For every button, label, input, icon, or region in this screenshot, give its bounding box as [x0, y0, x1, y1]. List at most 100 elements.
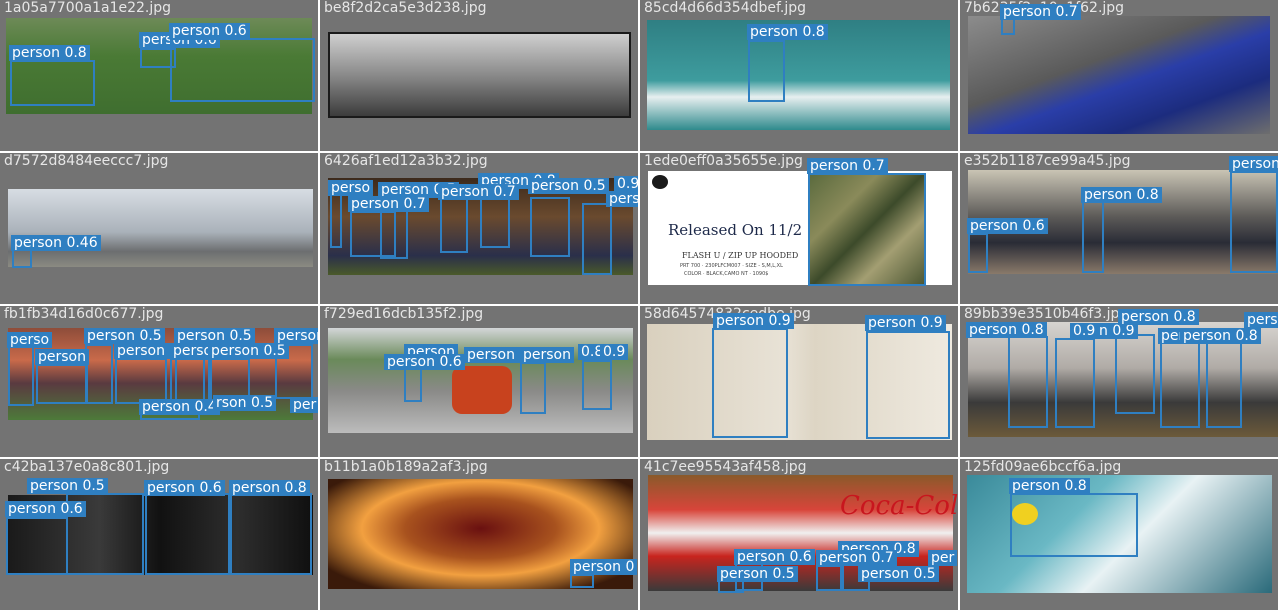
- detection-box: [530, 197, 570, 257]
- detection-label: pers: [1244, 312, 1278, 328]
- detection-label: person 0.5: [528, 178, 609, 194]
- filename: fb1fb34d16d0c677.jpg: [4, 306, 164, 322]
- detection-box: [330, 193, 342, 248]
- detection-box: [115, 358, 167, 404]
- product-line: FLASH U / ZIP UP HOODED: [682, 251, 799, 260]
- filename: 125fd09ae6bccf6a.jpg: [964, 459, 1122, 475]
- detection-label: per: [290, 397, 318, 413]
- brand-logo-icon: [652, 175, 668, 189]
- detection-label: person 0.5: [84, 328, 165, 344]
- detection-box: [520, 362, 546, 414]
- photo: [328, 32, 631, 118]
- detection-box: [808, 173, 926, 286]
- detection-box: [582, 203, 612, 275]
- filename: e352b1187ce99a45.jpg: [964, 153, 1131, 169]
- result-cell: 125fd09ae6bccf6a.jpg person 0.8: [960, 459, 1278, 610]
- result-cell: 58d64574832cedbe.jpg person 0.9 person 0…: [640, 306, 958, 457]
- detection-label: person 0.7: [816, 550, 897, 566]
- detection-label: 0.9: [614, 176, 638, 192]
- result-cell: fb1fb34d16d0c677.jpg perso person 0.5 pe…: [0, 306, 318, 457]
- result-cell: 6426af1ed12a3b32.jpg perso person 0.5 pe…: [320, 153, 638, 304]
- detection-box: [968, 233, 988, 273]
- detection-label: person: [520, 347, 574, 363]
- result-cell: b11b1a0b189a2af3.jpg person 0: [320, 459, 638, 610]
- filename: c42ba137e0a8c801.jpg: [4, 459, 170, 475]
- detection-label: person 0.8: [9, 45, 90, 61]
- detection-label: person 0.6: [734, 549, 815, 565]
- detection-label: person 0.7: [438, 184, 519, 200]
- detection-label: person 0.4: [139, 399, 220, 415]
- detection-box: [816, 565, 844, 591]
- photo: [8, 189, 313, 267]
- filename: 41c7ee95543af458.jpg: [644, 459, 807, 475]
- detection-label: perso: [7, 332, 53, 348]
- detection-box: [440, 198, 468, 253]
- detection-box: [1206, 340, 1242, 428]
- detection-box: [12, 248, 32, 268]
- detection-label: person 0.5: [717, 566, 798, 582]
- detection-box: [1010, 493, 1138, 557]
- filename: f729ed16dcb135f2.jpg: [324, 306, 484, 322]
- filename: 1ede0eff0a35655e.jpg: [644, 153, 803, 169]
- detection-box: [1230, 171, 1278, 273]
- detection-label: person 0.5: [174, 328, 255, 344]
- detection-label: person: [1229, 156, 1278, 172]
- detection-box: [1055, 338, 1095, 428]
- detection-box: [170, 38, 315, 102]
- detection-label: 0.9: [1070, 323, 1099, 339]
- detection-label: person 0.9: [713, 313, 794, 329]
- detection-box: [10, 60, 95, 106]
- product-detail: COLOR · BLACK,CAMO NT · 1090$: [684, 271, 769, 277]
- detection-results-grid: 1a05a7700a1a1e22.jpg person 0.8 person 0…: [0, 0, 1280, 610]
- detection-box: [582, 360, 612, 410]
- detection-label: person: [35, 349, 89, 365]
- detection-label: per: [928, 550, 958, 566]
- result-cell: 1ede0eff0a35655e.jpg Released On 11/2 FL…: [640, 153, 958, 304]
- detection-box: [570, 574, 594, 588]
- result-cell: e352b1187ce99a45.jpg person 0.8 person 0…: [960, 153, 1278, 304]
- detection-label: person 0.5: [27, 478, 108, 494]
- detection-label: n 0.9: [1096, 323, 1138, 339]
- result-cell: 85cd4d66d354dbef.jpg person 0.8: [640, 0, 958, 151]
- detection-box: [230, 493, 312, 575]
- filename: be8f2d2ca5e3d238.jpg: [324, 0, 487, 16]
- detection-label: person 0.8: [229, 480, 310, 496]
- detection-label: person 0.7: [1000, 4, 1081, 20]
- detection-label: 0.9: [600, 344, 629, 360]
- detection-label: person 0.7: [348, 196, 429, 212]
- detection-label: person 0.8: [747, 24, 828, 40]
- detection-label: person 0.5: [208, 343, 289, 359]
- result-cell: f729ed16dcb135f2.jpg person person 0.6 p…: [320, 306, 638, 457]
- detection-label: person 0.8: [1081, 187, 1162, 203]
- result-cell: c42ba137e0a8c801.jpg person 0.5 person 0…: [0, 459, 318, 610]
- result-cell: 1a05a7700a1a1e22.jpg person 0.8 person 0…: [0, 0, 318, 151]
- filename: d7572d8484eeccc7.jpg: [4, 153, 169, 169]
- filename: 89bb39e3510b46f3.jpg: [964, 306, 1129, 322]
- detection-box: [1115, 334, 1155, 414]
- detection-box: [748, 40, 785, 102]
- filename: 6426af1ed12a3b32.jpg: [324, 153, 488, 169]
- detection-label: person 0.5: [858, 566, 939, 582]
- brand-text: Coca-Cola: [840, 491, 958, 521]
- detection-label: person 0.6: [384, 354, 465, 370]
- detection-label: person 0.6: [967, 218, 1048, 234]
- detection-box: [480, 193, 510, 248]
- detection-label: person 0.8: [1118, 309, 1199, 325]
- detection-label: perso: [606, 191, 638, 207]
- detection-box: [1082, 201, 1104, 273]
- detection-box: [170, 358, 210, 404]
- detection-box: [712, 328, 788, 438]
- product-detail: PRT 700 · 230PLFCM007 · SIZE - S,M,L,XL: [680, 263, 783, 269]
- detection-label: person 0.6: [5, 501, 86, 517]
- result-cell: d7572d8484eeccc7.jpg person 0.46: [0, 153, 318, 304]
- detection-box: [8, 346, 34, 406]
- detection-box: [1160, 340, 1200, 428]
- result-cell: 41c7ee95543af458.jpg Coca-Cola person 0.…: [640, 459, 958, 610]
- detection-label: person 0.6: [144, 480, 225, 496]
- detection-label: person: [274, 328, 318, 344]
- detection-box: [36, 364, 88, 404]
- result-cell: be8f2d2ca5e3d238.jpg: [320, 0, 638, 151]
- photo-car: [452, 366, 512, 414]
- detection-label: person 0.8: [1180, 328, 1261, 344]
- detection-label: person 0.8: [1009, 478, 1090, 494]
